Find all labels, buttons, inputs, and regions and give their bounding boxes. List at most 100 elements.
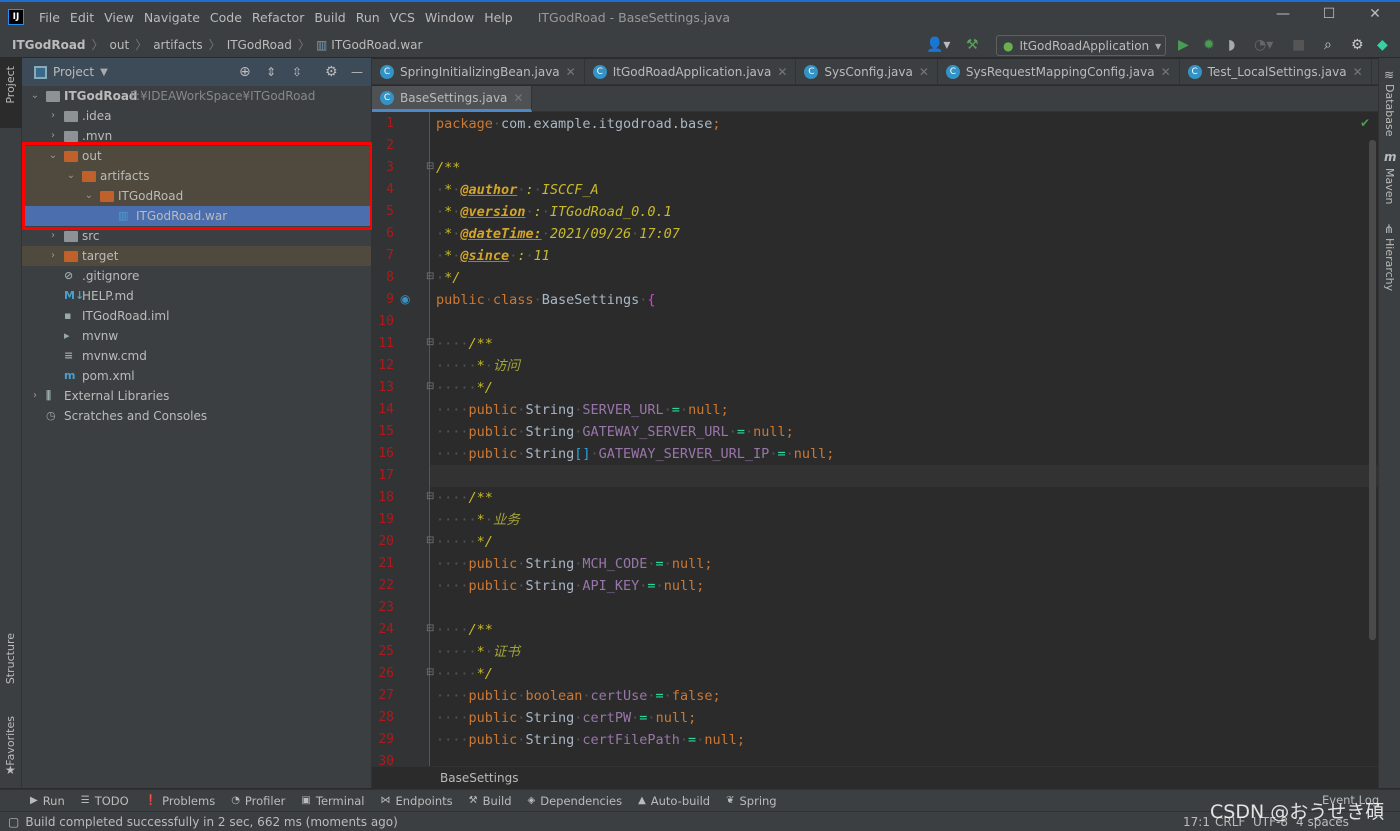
tree-item[interactable]: ≡ mvnw.cmd [22, 346, 371, 366]
chevron-right-icon[interactable]: › [30, 386, 40, 406]
fold-icon[interactable]: ⊟ [426, 535, 434, 546]
menu-build[interactable]: Build [309, 10, 350, 25]
tree-item[interactable]: m pom.xml [22, 366, 371, 386]
tree-item[interactable]: ◷ Scratches and Consoles [22, 406, 371, 426]
expand-all-icon[interactable]: ⇕ [266, 65, 276, 79]
caret-position[interactable]: 17:1 [1183, 815, 1210, 829]
close-tab-icon[interactable]: ✕ [1161, 65, 1171, 79]
structure-stripe-button[interactable]: Structure [4, 633, 17, 684]
tool-window-auto-build[interactable]: ▲ Auto-build [638, 794, 710, 808]
tree-item[interactable]: ⌄ ITGodRoad F:¥IDEAWorkSpace¥ITGodRoad [22, 86, 371, 106]
code-token: String [525, 402, 575, 418]
locate-icon[interactable]: ⊕ [239, 64, 251, 80]
breadcrumb-item[interactable]: ITGodRoad [12, 38, 86, 52]
tool-window-problems[interactable]: ❗ Problems [145, 794, 215, 808]
run-configuration-select[interactable]: ● ItGodRoadApplication ▾ [996, 35, 1166, 56]
tool-window-spring[interactable]: ❦ Spring [726, 794, 777, 808]
breadcrumb-separator: 〉 [208, 38, 221, 52]
close-tab-icon[interactable]: ✕ [919, 65, 929, 79]
menu-view[interactable]: View [99, 10, 139, 25]
tool-window-build[interactable]: ⚒ Build [469, 794, 512, 808]
vcs-user-icon[interactable]: 👤▾ [926, 37, 950, 53]
status-message[interactable]: Build completed successfully in 2 sec, 6… [25, 815, 397, 829]
project-view-select[interactable]: Project [53, 65, 94, 79]
menu-navigate[interactable]: Navigate [139, 10, 205, 25]
tab-test_localsettings-java[interactable]: C Test_LocalSettings.java ✕ [1180, 59, 1372, 85]
tree-item[interactable]: › .idea [22, 106, 371, 126]
implemented-gutter-icon[interactable]: ◉ [400, 292, 410, 306]
tab-sysconfig-java[interactable]: C SysConfig.java ✕ [796, 59, 938, 85]
maximize-button[interactable]: ☐ [1306, 6, 1352, 22]
gear-icon[interactable]: ⚙ [1351, 37, 1364, 53]
close-button[interactable]: ✕ [1352, 6, 1398, 22]
code-line: public·class·BaseSettings·{ [436, 289, 656, 311]
tool-window-run[interactable]: ▶ Run [30, 794, 65, 808]
chevron-down-icon[interactable]: ▼ [100, 67, 108, 78]
tree-item[interactable]: ▪ ITGodRoad.iml [22, 306, 371, 326]
fold-icon[interactable]: ⊟ [426, 161, 434, 172]
build-hammer-icon[interactable]: ⚒ [966, 37, 979, 53]
stop-icon[interactable]: ■ [1292, 37, 1305, 53]
tree-item[interactable]: ▸ mvnw [22, 326, 371, 346]
search-icon[interactable]: ⌕ [1324, 37, 1332, 53]
fold-icon[interactable]: ⊟ [426, 491, 434, 502]
menu-file[interactable]: File [34, 10, 65, 25]
chevron-right-icon[interactable]: › [48, 106, 58, 126]
menu-window[interactable]: Window [420, 10, 479, 25]
collapse-all-icon[interactable]: ⇳ [292, 65, 302, 79]
tool-window-todo[interactable]: ☰ TODO [81, 794, 129, 808]
breadcrumb-item[interactable]: out [110, 38, 130, 52]
code-editor[interactable]: 1 2 3 4 5 6 7 8 9 10 11 12 13 14 15 16 17 18 19 20 21 22 23 24 2… [372, 112, 1378, 766]
toggle-tool-windows-icon[interactable]: ▢ [8, 815, 19, 829]
fold-icon[interactable]: ⊟ [426, 667, 434, 678]
menu-code[interactable]: Code [205, 10, 247, 25]
tool-window-dependencies[interactable]: ◈ Dependencies [528, 794, 623, 808]
database-stripe-button[interactable]: Database [1383, 84, 1396, 137]
tool-window-terminal[interactable]: ▣ Terminal [301, 794, 364, 808]
tab-itgodroadapplication-java[interactable]: C ItGodRoadApplication.java ✕ [585, 59, 797, 85]
tool-window-profiler[interactable]: ◔ Profiler [231, 794, 285, 808]
coverage-icon[interactable]: ◗ [1228, 37, 1235, 53]
close-tab-icon[interactable]: ✕ [1353, 65, 1363, 79]
breadcrumb-item[interactable]: ITGodRoad [227, 38, 292, 52]
vertical-scrollbar[interactable] [1369, 140, 1376, 640]
menu-refactor[interactable]: Refactor [247, 10, 309, 25]
tab-sysrequestmappingconfig-java[interactable]: C SysRequestMappingConfig.java ✕ [938, 59, 1180, 85]
tree-item[interactable]: › target [22, 246, 371, 266]
fold-icon[interactable]: ⊟ [426, 271, 434, 282]
breadcrumb-item[interactable]: ITGodRoad.war [331, 38, 422, 52]
code-line: ····public·String·certFilePath·=·null; [436, 729, 745, 751]
gear-icon[interactable]: ⚙ [325, 64, 338, 80]
menu-vcs[interactable]: VCS [385, 10, 420, 25]
toolbox-icon[interactable]: ◆ [1377, 37, 1388, 53]
breadcrumb-item[interactable]: artifacts [153, 38, 202, 52]
tool-window-endpoints[interactable]: ⋈ Endpoints [380, 794, 452, 808]
chevron-down-icon[interactable]: ⌄ [30, 86, 40, 106]
fold-icon[interactable]: ⊟ [426, 381, 434, 392]
inspection-ok-icon[interactable]: ✔ [1360, 116, 1370, 130]
hierarchy-stripe-button[interactable]: Hierarchy [1383, 238, 1396, 291]
tab-basesettings-java[interactable]: C BaseSettings.java ✕ [372, 86, 533, 112]
run-icon[interactable]: ▶ [1178, 37, 1189, 53]
fold-icon[interactable]: ⊟ [426, 623, 434, 634]
hide-icon[interactable]: — [351, 65, 363, 79]
tree-item[interactable]: M↓ HELP.md [22, 286, 371, 306]
editor-breadcrumb[interactable]: BaseSettings [372, 766, 1378, 788]
tab-springinitializingbean-java[interactable]: C SpringInitializingBean.java ✕ [372, 59, 585, 85]
menu-edit[interactable]: Edit [65, 10, 99, 25]
maven-stripe-button[interactable]: Maven [1383, 168, 1396, 204]
menu-help[interactable]: Help [479, 10, 518, 25]
close-tab-icon[interactable]: ✕ [566, 65, 576, 79]
project-stripe-button[interactable]: Project [0, 58, 22, 128]
close-tab-icon[interactable]: ✕ [513, 91, 523, 105]
minimize-button[interactable]: — [1260, 6, 1306, 22]
chevron-right-icon[interactable]: › [48, 246, 58, 266]
tree-item[interactable]: ⊘ .gitignore [22, 266, 371, 286]
fold-icon[interactable]: ⊟ [426, 337, 434, 348]
close-tab-icon[interactable]: ✕ [777, 65, 787, 79]
menu-run[interactable]: Run [351, 10, 385, 25]
favorites-stripe-button[interactable]: Favorites [4, 716, 17, 766]
profile-icon[interactable]: ◔▾ [1254, 37, 1273, 53]
debug-icon[interactable]: ✹ [1203, 37, 1215, 53]
tree-item[interactable]: › ⫼ External Libraries [22, 386, 371, 406]
